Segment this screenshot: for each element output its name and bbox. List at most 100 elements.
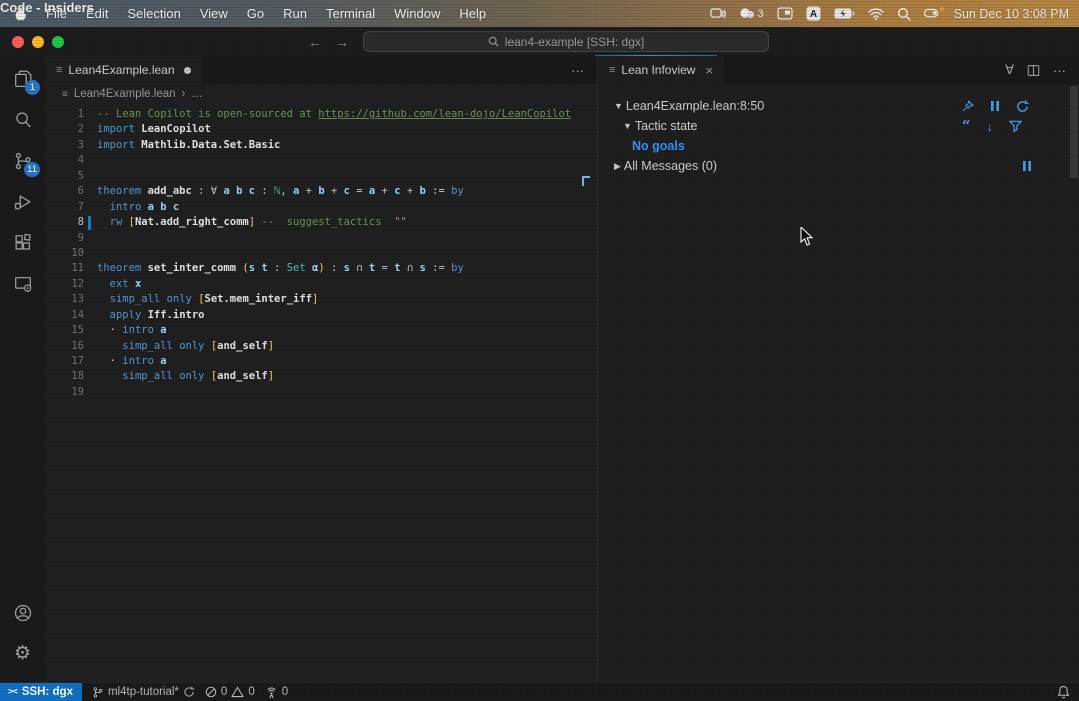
- code-line[interactable]: 5: [45, 169, 597, 184]
- more-actions-icon[interactable]: ···: [1053, 63, 1066, 78]
- code-line[interactable]: 12 ext x: [45, 277, 597, 292]
- bell-icon[interactable]: [1057, 685, 1070, 699]
- chevron-down-icon[interactable]: ▼: [614, 101, 623, 111]
- scrollbar-thumb[interactable]: [1070, 86, 1078, 178]
- back-icon[interactable]: ←: [308, 34, 322, 50]
- code-line[interactable]: 7 intro a b c: [45, 200, 597, 215]
- battery-icon[interactable]: [834, 8, 855, 19]
- code-line[interactable]: 1-- Lean Copilot is open-sourced at http…: [45, 107, 597, 122]
- code-line[interactable]: 13 simp_all only [Set.mem_inter_iff]: [45, 292, 597, 307]
- refresh-icon[interactable]: [1016, 100, 1029, 113]
- code-line[interactable]: 19: [45, 385, 597, 400]
- chevron-right-icon[interactable]: ▶: [614, 161, 621, 172]
- code-line-text[interactable]: ext x: [84, 277, 141, 292]
- breadcrumb-symbol[interactable]: …: [191, 88, 203, 100]
- close-window-button[interactable]: [12, 36, 24, 48]
- pause-icon[interactable]: [1022, 160, 1032, 172]
- activitybar-remote-explorer[interactable]: [0, 263, 45, 304]
- more-actions-icon[interactable]: ···: [571, 63, 584, 78]
- all-messages-row[interactable]: ▶ All Messages (0): [614, 156, 1065, 176]
- code-line[interactable]: 15 · intro a: [45, 323, 597, 338]
- code-line[interactable]: 6theorem add_abc : ∀ a b c : ℕ, a + b + …: [45, 184, 597, 199]
- code-line-text[interactable]: simp_all only [Set.mem_inter_iff]: [84, 292, 318, 307]
- breadcrumb-file[interactable]: Lean4Example.lean: [74, 88, 176, 100]
- control-center-icon[interactable]: [924, 8, 941, 20]
- history-nav: ← →: [308, 27, 349, 56]
- radio-tower-icon: [265, 686, 278, 699]
- activitybar-run-debug[interactable]: [0, 181, 45, 222]
- forward-icon[interactable]: →: [335, 34, 349, 50]
- zoom-window-button[interactable]: [52, 36, 64, 48]
- code-line-text[interactable]: theorem set_inter_comm (s t : Set α) : s…: [84, 261, 464, 276]
- code-line-text[interactable]: [84, 246, 97, 261]
- code-line[interactable]: 16 simp_all only [and_self]: [45, 339, 597, 354]
- code-line[interactable]: 3import Mathlib.Data.Set.Basic: [45, 138, 597, 153]
- input-source-icon[interactable]: A: [806, 6, 821, 21]
- control-center-dot: [940, 7, 944, 11]
- branch-status[interactable]: ml4tp-tutorial*: [92, 686, 195, 699]
- ports-status[interactable]: 0: [265, 686, 288, 699]
- code-line[interactable]: 2import LeanCopilot: [45, 122, 597, 137]
- line-number: 5: [45, 169, 84, 184]
- line-number: 17: [45, 354, 84, 369]
- problems-status[interactable]: 0 0: [205, 686, 255, 698]
- code-line[interactable]: 11theorem set_inter_comm (s t : Set α) :…: [45, 261, 597, 276]
- messages-icon[interactable]: 3: [739, 7, 764, 20]
- pause-icon[interactable]: [990, 100, 1000, 112]
- infoview-position-row[interactable]: ▼ Lean4Example.lean:8:50: [614, 96, 1065, 116]
- activitybar-source-control[interactable]: 11: [0, 140, 45, 181]
- code-line-text[interactable]: theorem add_abc : ∀ a b c : ℕ, a + b + c…: [84, 184, 464, 199]
- split-editor-icon[interactable]: [1027, 64, 1040, 77]
- code-line-text[interactable]: simp_all only [and_self]: [84, 339, 274, 354]
- screen-mirroring-icon[interactable]: [710, 7, 726, 21]
- wifi-icon[interactable]: [868, 8, 884, 20]
- code-line[interactable]: 9: [45, 231, 597, 246]
- filter-icon[interactable]: [1009, 120, 1022, 132]
- dirty-indicator-icon[interactable]: [184, 67, 191, 74]
- all-messages-pause: [1022, 160, 1032, 172]
- spotlight-icon[interactable]: [897, 7, 911, 21]
- minimize-window-button[interactable]: [32, 36, 44, 48]
- command-center[interactable]: lean4-example [SSH: dgx]: [363, 31, 769, 52]
- code-line-text[interactable]: -- Lean Copilot is open-sourced at https…: [84, 107, 571, 122]
- code-line[interactable]: 18 simp_all only [and_self]: [45, 369, 597, 384]
- code-line[interactable]: 8 rw [Nat.add_right_comm] -- suggest_tac…: [45, 215, 597, 230]
- code-editor[interactable]: 1-- Lean Copilot is open-sourced at http…: [45, 104, 597, 400]
- code-line-text[interactable]: intro a b c: [84, 200, 179, 215]
- close-icon[interactable]: ×: [705, 63, 713, 78]
- stage-manager-icon[interactable]: [777, 7, 793, 20]
- code-line-text[interactable]: rw [Nat.add_right_comm] -- suggest_tacti…: [84, 215, 407, 230]
- pin-icon[interactable]: [962, 100, 974, 112]
- code-line-text[interactable]: · intro a: [84, 354, 167, 369]
- activitybar-accounts[interactable]: [0, 592, 45, 633]
- code-line-text[interactable]: · intro a: [84, 323, 167, 338]
- code-line-text[interactable]: [84, 169, 97, 184]
- code-line-text[interactable]: import Mathlib.Data.Set.Basic: [84, 138, 280, 153]
- tactic-state-icons: “ ↓: [962, 119, 1022, 134]
- code-line[interactable]: 14 apply Iff.intro: [45, 308, 597, 323]
- toggle-infoview-icon[interactable]: ∀: [1005, 62, 1014, 78]
- activitybar-explorer[interactable]: 1: [0, 58, 45, 99]
- chevron-down-icon[interactable]: ▼: [623, 121, 632, 131]
- code-line-text[interactable]: import LeanCopilot: [84, 122, 211, 137]
- arrow-down-icon[interactable]: ↓: [987, 119, 994, 134]
- code-line-text[interactable]: [84, 385, 97, 400]
- code-line-text[interactable]: apply Iff.intro: [84, 308, 205, 323]
- code-line-text[interactable]: [84, 153, 97, 168]
- activitybar-search[interactable]: [0, 99, 45, 140]
- copy-quote-icon[interactable]: “: [962, 121, 971, 131]
- tab-lean4example[interactable]: ≡ Lean4Example.lean: [45, 56, 202, 84]
- code-line[interactable]: 4: [45, 153, 597, 168]
- remote-indicator[interactable]: >< SSH: dgx: [0, 683, 82, 701]
- code-line-text[interactable]: simp_all only [and_self]: [84, 369, 274, 384]
- tab-lean-infoview[interactable]: ≡ Lean Infoview ×: [598, 56, 724, 84]
- code-line[interactable]: 17 · intro a: [45, 354, 597, 369]
- activitybar-extensions[interactable]: [0, 222, 45, 263]
- code-line-text[interactable]: [84, 231, 97, 246]
- tab-label: Lean4Example.lean: [68, 63, 174, 77]
- code-line[interactable]: 10: [45, 246, 597, 261]
- breadcrumb[interactable]: ≡ Lean4Example.lean › …: [45, 84, 597, 104]
- tactic-state-row[interactable]: ▼ Tactic state “ ↓: [623, 116, 1065, 136]
- editor-actions: ···: [571, 56, 597, 84]
- activitybar-settings[interactable]: ⚙: [0, 633, 45, 674]
